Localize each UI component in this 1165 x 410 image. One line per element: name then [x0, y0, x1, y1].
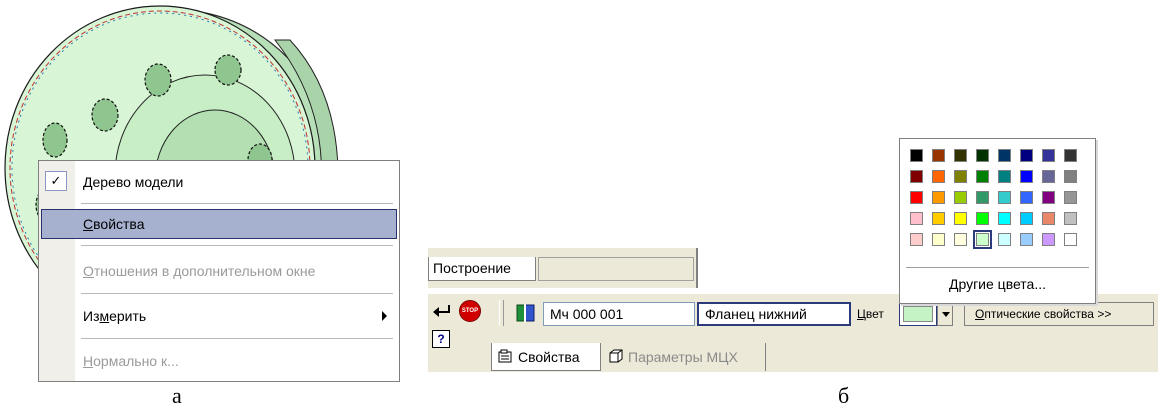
tab-postroenie[interactable]: Построение [428, 257, 536, 281]
mass-params-icon [609, 349, 623, 363]
designation-field[interactable]: Мч 000 001 [543, 302, 695, 326]
palette-separator [906, 267, 1089, 268]
color-dropdown-button[interactable] [937, 302, 953, 326]
color-swatch-cell[interactable] [976, 149, 989, 162]
menu-item-label: Измерить [83, 308, 147, 324]
color-swatch-cell[interactable] [1042, 212, 1055, 225]
panel-a: ✓ Дерево модели Свойства Отношения в доп… [0, 0, 420, 385]
color-swatch-cell[interactable] [910, 233, 923, 246]
color-swatch-button[interactable] [899, 302, 937, 326]
color-swatch-cell[interactable] [1064, 212, 1077, 225]
optical-properties-button[interactable]: Оптические свойства >> [964, 302, 1154, 326]
menu-separator [81, 293, 393, 294]
color-swatch-cell[interactable] [1020, 212, 1033, 225]
help-icon[interactable]: ? [432, 330, 450, 348]
library-book-icon[interactable] [515, 302, 537, 324]
menu-item-measure[interactable]: Измерить [41, 301, 397, 331]
color-swatch-cell[interactable] [1042, 149, 1055, 162]
menu-item-properties[interactable]: Свойства [41, 209, 397, 239]
color-swatch-cell[interactable] [910, 149, 923, 162]
toolbar-grip [499, 300, 504, 326]
chevron-down-icon [942, 312, 950, 317]
tab-mass-params[interactable]: Параметры МЦХ [602, 343, 766, 371]
color-swatch-cell[interactable] [954, 149, 967, 162]
color-swatch-cell[interactable] [1020, 191, 1033, 204]
tab-label: Параметры МЦХ [628, 349, 738, 365]
color-swatch-cell[interactable] [976, 170, 989, 183]
color-swatch-cell[interactable] [954, 170, 967, 183]
color-swatch-cell[interactable] [1064, 170, 1077, 183]
color-swatch-cell[interactable] [910, 191, 923, 204]
caption-a: а [172, 383, 182, 408]
menu-item-label: Свойства [83, 216, 145, 232]
color-swatch-cell[interactable] [932, 233, 945, 246]
color-palette-popup: Другие цвета... [899, 138, 1096, 304]
color-swatch-cell[interactable] [932, 212, 945, 225]
menu-item-normal-to[interactable]: Нормально к... [41, 346, 397, 376]
submenu-arrow-icon [382, 311, 387, 321]
color-swatch-cell[interactable] [932, 170, 945, 183]
color-swatch-cell[interactable] [1042, 170, 1055, 183]
color-swatch [903, 306, 933, 322]
tab-label: Построение [433, 260, 511, 276]
menu-item-relations-window[interactable]: Отношения в дополнительном окне [41, 256, 397, 286]
color-swatch-cell[interactable] [932, 149, 945, 162]
properties-icon [498, 349, 512, 363]
name-field[interactable]: Фланец нижний [697, 302, 851, 326]
color-swatch-cell[interactable] [973, 230, 992, 249]
color-swatch-cell[interactable] [976, 212, 989, 225]
color-swatch-cell[interactable] [1020, 233, 1033, 246]
color-swatch-cell[interactable] [954, 191, 967, 204]
color-swatch-cell[interactable] [998, 149, 1011, 162]
color-swatch-cell[interactable] [1064, 233, 1077, 246]
menu-separator [81, 245, 393, 246]
stop-icon[interactable]: STOP [459, 300, 481, 322]
other-colors-button[interactable]: Другие цвета... [900, 276, 1095, 292]
color-swatch-cell[interactable] [1042, 191, 1055, 204]
color-swatch-cell[interactable] [1020, 170, 1033, 183]
color-swatch-cell[interactable] [1064, 191, 1077, 204]
color-swatch-cell[interactable] [998, 233, 1011, 246]
color-swatch-cell[interactable] [976, 191, 989, 204]
color-swatch-cell[interactable] [998, 191, 1011, 204]
color-swatch-cell[interactable] [910, 170, 923, 183]
context-menu: ✓ Дерево модели Свойства Отношения в доп… [38, 160, 400, 382]
menu-item-label: Отношения в дополнительном окне [83, 263, 316, 279]
tab-label: Свойства [518, 349, 580, 365]
color-swatch-cell[interactable] [1042, 233, 1055, 246]
color-swatch-cell[interactable] [932, 191, 945, 204]
color-swatch-cell[interactable] [998, 212, 1011, 225]
caption-b: б [838, 383, 850, 408]
color-swatch-cell[interactable] [1064, 149, 1077, 162]
enter-icon[interactable] [432, 304, 452, 318]
menu-separator [81, 338, 393, 339]
color-swatch-cell[interactable] [998, 170, 1011, 183]
color-swatch-cell[interactable] [910, 212, 923, 225]
check-icon: ✓ [45, 171, 67, 191]
menu-item-model-tree[interactable]: ✓ Дерево модели [41, 167, 397, 197]
color-swatch-cell[interactable] [1020, 149, 1033, 162]
menu-separator [81, 203, 393, 204]
menu-item-label: Нормально к... [83, 353, 179, 369]
color-swatch-cell[interactable] [954, 233, 967, 246]
color-label: Цвет [857, 307, 884, 321]
color-swatch-cell[interactable] [954, 212, 967, 225]
menu-item-label: Дерево модели [83, 174, 184, 190]
tab-empty [538, 257, 694, 281]
tab-properties[interactable]: Свойства [491, 343, 601, 371]
